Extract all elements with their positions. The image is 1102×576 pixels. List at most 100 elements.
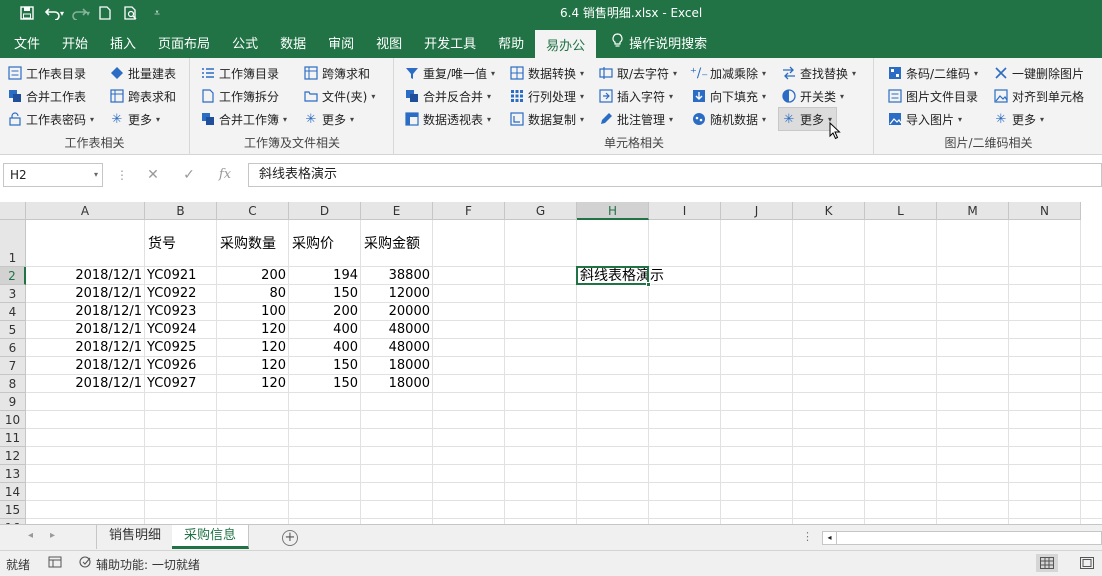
horizontal-scrollbar[interactable]: ◂: [822, 531, 1102, 545]
table-cell[interactable]: 80: [217, 285, 286, 303]
fill-down-button[interactable]: 向下填充 ▾: [692, 85, 766, 107]
add-sheet-button[interactable]: +: [282, 530, 298, 546]
formula-bar-splitter[interactable]: ⋮: [116, 168, 128, 182]
prev-sheet-icon[interactable]: ◂: [28, 530, 33, 541]
toggles-button[interactable]: 开关类 ▾: [782, 85, 844, 107]
sheet-tab-purchase[interactable]: 采购信息: [172, 525, 250, 549]
column-header-m[interactable]: M: [937, 202, 1009, 220]
row-header-9[interactable]: 9: [0, 393, 26, 411]
import-image-button[interactable]: 导入图片 ▾: [888, 108, 962, 130]
column-header-e[interactable]: E: [361, 202, 433, 220]
tell-me-search[interactable]: 操作说明搜索: [596, 26, 718, 58]
workbook-more-button[interactable]: ✳ 更多 ▾: [304, 108, 354, 130]
table-cell[interactable]: 2018/12/1: [26, 357, 142, 375]
table-cell[interactable]: 400: [289, 321, 358, 339]
table-cell[interactable]: 120: [217, 357, 286, 375]
table-cell[interactable]: YC0925: [147, 339, 196, 357]
name-box[interactable]: H2 ▾: [3, 163, 103, 187]
random-data-button[interactable]: 随机数据 ▾: [692, 108, 766, 130]
tab-file[interactable]: 文件: [0, 26, 51, 58]
worksheet-toc-button[interactable]: 工作表目录: [8, 62, 86, 84]
table-cell[interactable]: 150: [289, 357, 358, 375]
normal-view-icon[interactable]: [1036, 554, 1058, 572]
row-header-11[interactable]: 11: [0, 429, 26, 447]
table-cell[interactable]: 194: [289, 267, 358, 285]
column-header-a[interactable]: A: [26, 202, 145, 220]
table-cell[interactable]: YC0921: [147, 267, 196, 285]
row-header-15[interactable]: 15: [0, 501, 26, 519]
data-convert-button[interactable]: 数据转换 ▾: [510, 62, 584, 84]
table-cell[interactable]: 200: [289, 303, 358, 321]
column-header-g[interactable]: G: [505, 202, 577, 220]
table-cell[interactable]: 48000: [361, 339, 430, 357]
column-header-d[interactable]: D: [289, 202, 361, 220]
cross-sheet-sum-button[interactable]: 跨表求和: [110, 85, 176, 107]
macro-record-icon[interactable]: [48, 555, 62, 572]
pivot-table-button[interactable]: 数据透视表 ▾: [405, 108, 491, 130]
tab-page-layout[interactable]: 页面布局: [147, 26, 221, 58]
tab-insert[interactable]: 插入: [99, 26, 147, 58]
table-cell[interactable]: 20000: [361, 303, 430, 321]
column-header-c[interactable]: C: [217, 202, 289, 220]
confirm-entry-icon[interactable]: ✓: [178, 165, 200, 185]
table-cell[interactable]: 120: [217, 321, 286, 339]
insert-function-button[interactable]: fx: [214, 165, 236, 185]
workbook-toc-button[interactable]: 工作簿目录: [201, 62, 279, 84]
column-title-cell[interactable]: 采购金额: [364, 235, 420, 253]
column-title-cell[interactable]: 货号: [148, 235, 176, 253]
align-to-cell-button[interactable]: 对齐到单元格: [994, 85, 1084, 107]
chevron-down-icon[interactable]: ▾: [94, 164, 98, 186]
tab-help[interactable]: 帮助: [487, 26, 535, 58]
table-cell[interactable]: 400: [289, 339, 358, 357]
table-cell[interactable]: 2018/12/1: [26, 303, 142, 321]
row-header-7[interactable]: 7: [0, 357, 26, 375]
row-header-13[interactable]: 13: [0, 465, 26, 483]
column-header-n[interactable]: N: [1009, 202, 1081, 220]
cross-book-sum-button[interactable]: 跨簿求和: [304, 62, 370, 84]
save-icon[interactable]: [14, 0, 40, 26]
fill-handle[interactable]: [646, 282, 651, 287]
tab-review[interactable]: 审阅: [317, 26, 365, 58]
table-cell[interactable]: 120: [217, 339, 286, 357]
data-copy-button[interactable]: 数据复制 ▾: [510, 108, 584, 130]
sheet-tab-sales[interactable]: 销售明细: [96, 525, 175, 549]
merge-unmerge-button[interactable]: 合并反合并 ▾: [405, 85, 491, 107]
select-all-corner[interactable]: [0, 202, 26, 220]
accessibility-icon[interactable]: [78, 555, 94, 572]
merge-sheets-button[interactable]: 合并工作表: [8, 85, 86, 107]
tab-developer[interactable]: 开发工具: [413, 26, 487, 58]
row-header-12[interactable]: 12: [0, 447, 26, 465]
table-cell[interactable]: YC0924: [147, 321, 196, 339]
extract-chars-button[interactable]: 取/去字符 ▾: [599, 62, 677, 84]
next-sheet-icon[interactable]: ▸: [50, 530, 55, 541]
insert-chars-button[interactable]: 插入字符 ▾: [599, 85, 673, 107]
row-header-6[interactable]: 6: [0, 339, 26, 357]
scroll-left-icon[interactable]: ◂: [823, 532, 837, 544]
column-header-k[interactable]: K: [793, 202, 865, 220]
column-title-cell[interactable]: 采购价: [292, 235, 334, 253]
column-header-i[interactable]: I: [649, 202, 721, 220]
table-cell[interactable]: 2018/12/1: [26, 321, 142, 339]
column-header-h[interactable]: H: [577, 202, 649, 220]
page-layout-view-icon[interactable]: [1076, 554, 1098, 572]
table-cell[interactable]: 2018/12/1: [26, 285, 142, 303]
column-title-cell[interactable]: 采购数量: [220, 235, 276, 253]
row-header-5[interactable]: 5: [0, 321, 26, 339]
row-header-2[interactable]: 2: [0, 267, 26, 285]
row-column-button[interactable]: 行列处理 ▾: [510, 85, 584, 107]
images-more-button[interactable]: ✳ 更多 ▾: [994, 108, 1044, 130]
print-preview-icon[interactable]: [118, 0, 144, 26]
split-workbook-button[interactable]: 工作簿拆分: [201, 85, 279, 107]
sheet-password-button[interactable]: 工作表密码 ▾: [8, 108, 94, 130]
table-cell[interactable]: 48000: [361, 321, 430, 339]
row-header-14[interactable]: 14: [0, 483, 26, 501]
comment-manage-button[interactable]: 批注管理 ▾: [599, 108, 673, 130]
formula-input[interactable]: 斜线表格演示: [248, 163, 1102, 187]
column-header-b[interactable]: B: [145, 202, 217, 220]
row-header-1[interactable]: 1: [0, 220, 26, 267]
column-header-l[interactable]: L: [865, 202, 937, 220]
tab-data[interactable]: 数据: [269, 26, 317, 58]
batch-create-button[interactable]: 批量建表: [110, 62, 176, 84]
new-file-icon[interactable]: [92, 0, 118, 26]
undo-dropdown-icon[interactable]: ▾: [60, 9, 64, 18]
